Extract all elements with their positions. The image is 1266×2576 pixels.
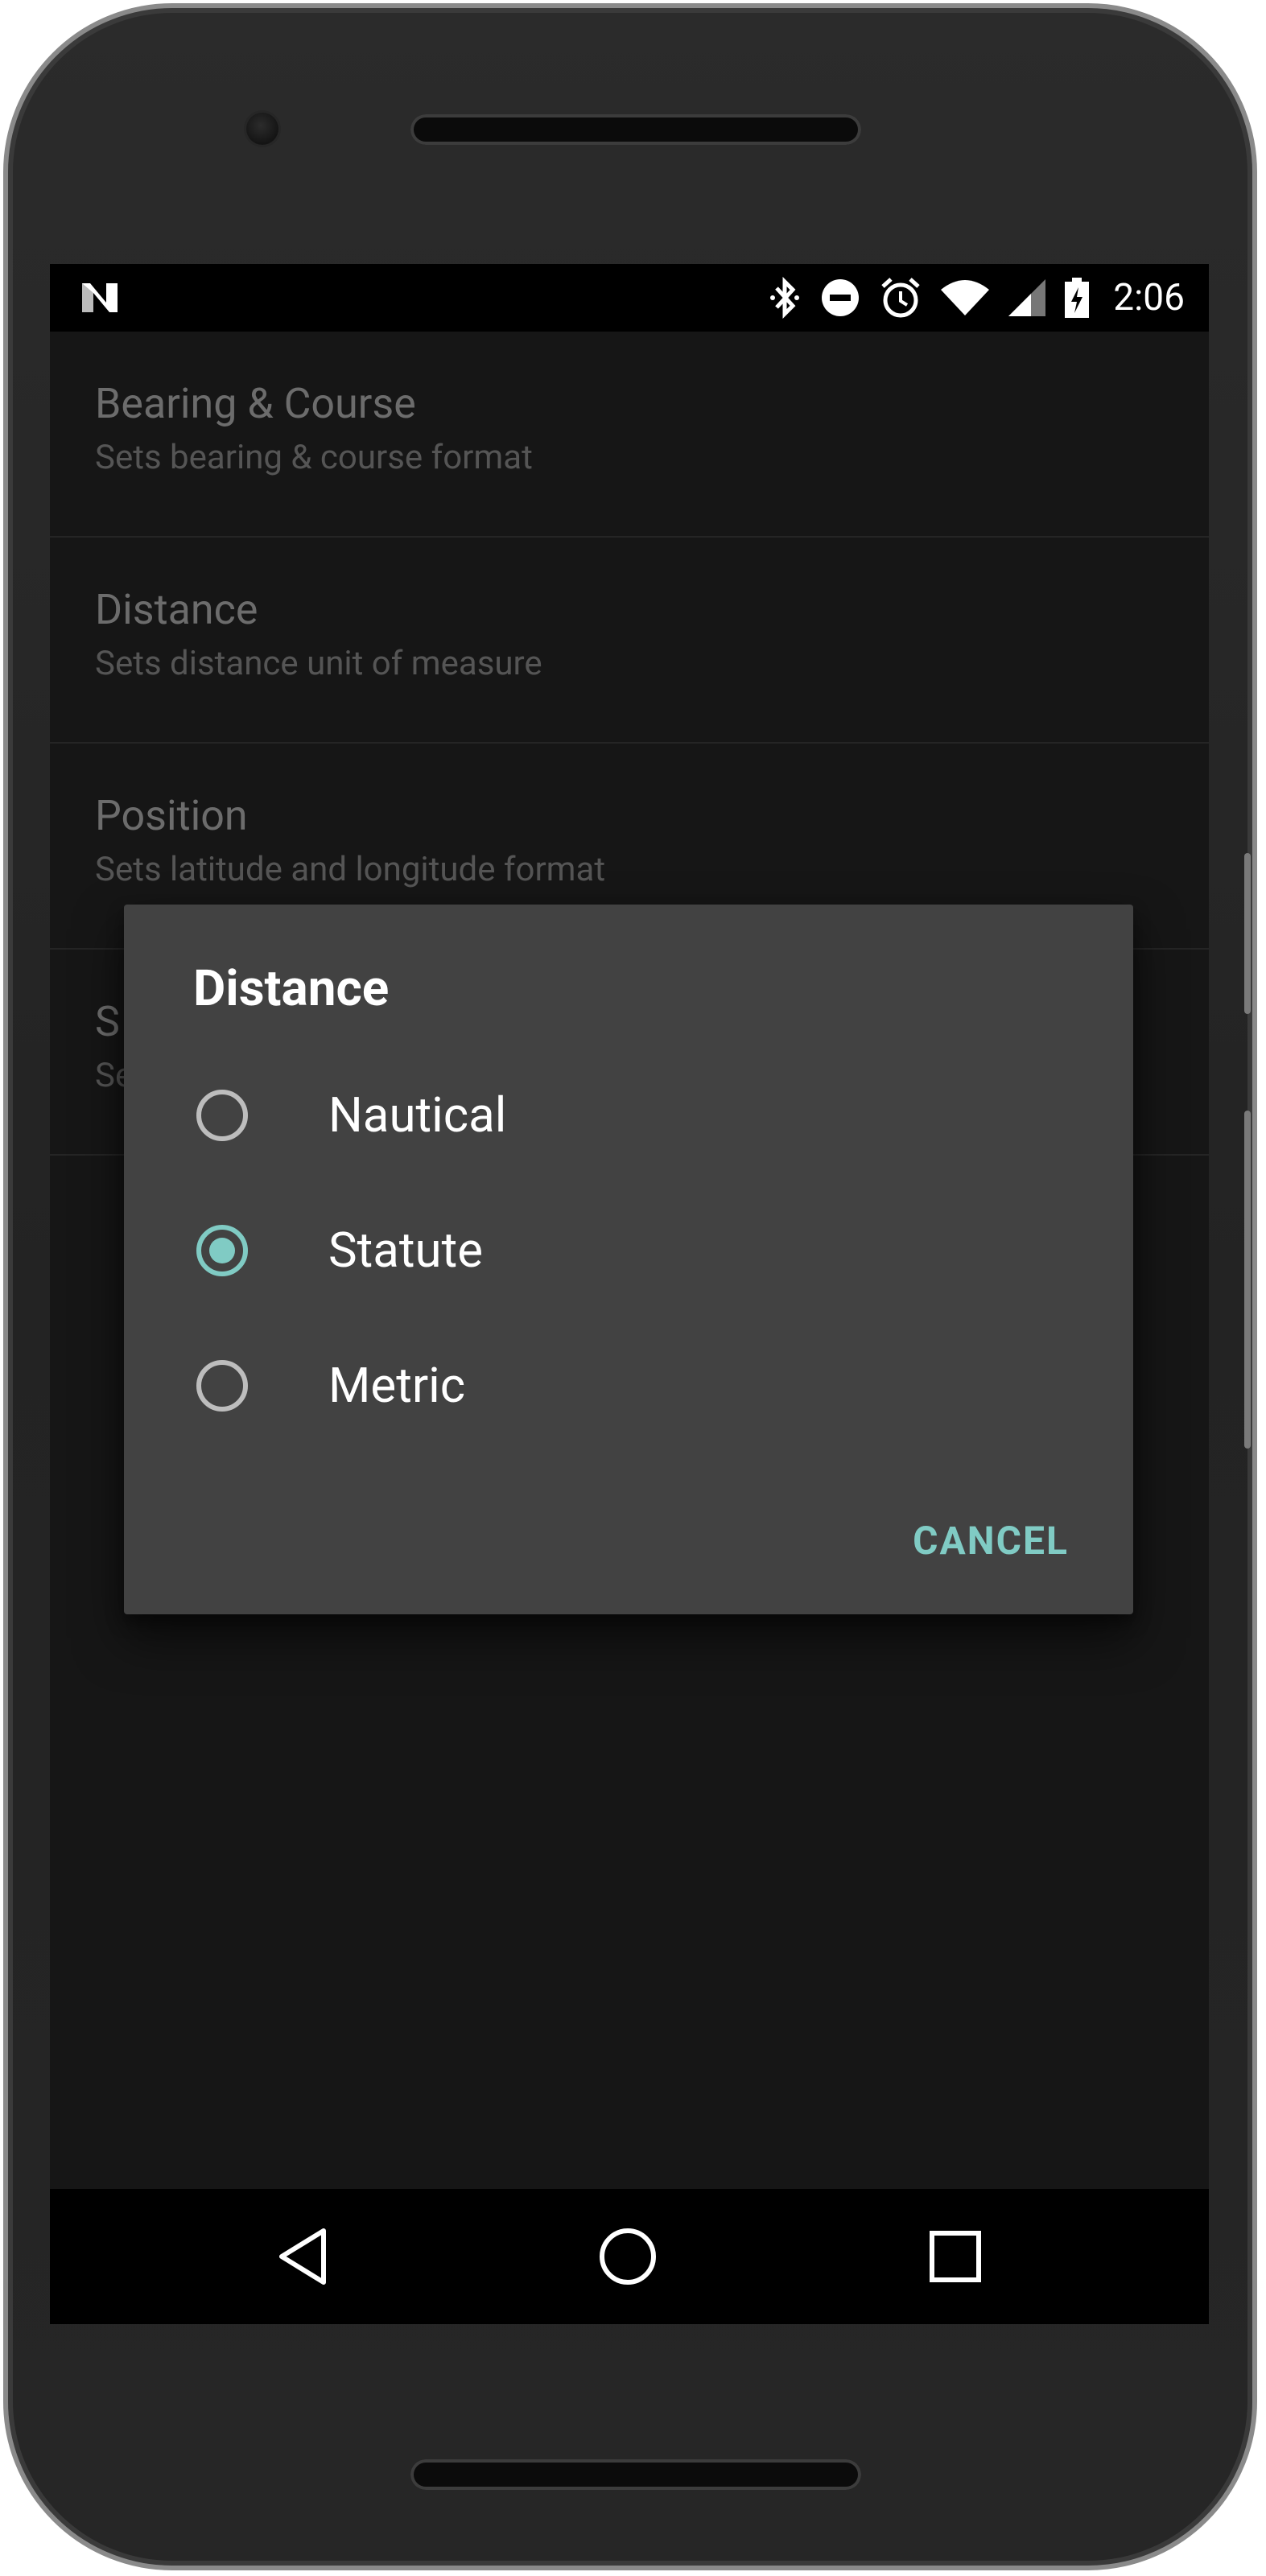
do-not-disturb-icon — [822, 279, 860, 316]
option-label: Metric — [328, 1357, 466, 1414]
back-icon[interactable] — [275, 2226, 332, 2287]
front-camera — [246, 113, 278, 145]
pref-summary: Sets latitude and longitude format — [95, 850, 606, 889]
home-icon[interactable] — [597, 2226, 658, 2287]
status-clock: 2:06 — [1113, 276, 1185, 319]
pref-title: Bearing & Course — [95, 379, 416, 428]
bottom-speaker — [410, 2459, 861, 2490]
radio-button[interactable] — [196, 1090, 248, 1141]
option-nautical[interactable]: Nautical — [124, 1049, 1133, 1185]
option-label: Nautical — [328, 1086, 507, 1144]
navigation-bar — [50, 2189, 1209, 2324]
pref-summary: Sets bearing & course format — [95, 438, 533, 477]
bluetooth-icon — [770, 277, 800, 319]
cancel-button[interactable]: CANCEL — [913, 1518, 1069, 1564]
pref-title: Position — [95, 791, 248, 840]
recents-icon[interactable] — [927, 2226, 984, 2287]
pref-bearing-course[interactable]: Bearing & Course Sets bearing & course f… — [50, 332, 1209, 538]
radio-button-selected[interactable] — [196, 1225, 248, 1276]
radio-button[interactable] — [196, 1360, 248, 1412]
cellular-signal-icon — [1008, 279, 1046, 316]
pref-summary: Sets distance unit of measure — [95, 644, 542, 683]
option-statute[interactable]: Statute — [124, 1185, 1133, 1320]
phone-screen: 2:06 Bearing & Course Sets bearing & cou… — [50, 264, 1209, 2324]
dialog-title: Distance — [193, 959, 390, 1018]
option-label: Statute — [328, 1222, 484, 1279]
n-notification-icon — [82, 283, 118, 312]
wifi-icon — [941, 280, 990, 315]
pref-title: Distance — [95, 585, 258, 634]
battery-charging-icon — [1065, 278, 1090, 318]
alarm-icon — [881, 278, 920, 318]
power-button — [1244, 853, 1251, 1014]
volume-button — [1244, 1111, 1251, 1449]
option-metric[interactable]: Metric — [124, 1320, 1133, 1455]
top-speaker — [410, 114, 861, 145]
status-icons: 2:06 — [769, 264, 1185, 332]
distance-dialog: Distance Nautical Statute Metric CANCEL — [124, 905, 1133, 1614]
status-bar: 2:06 — [50, 264, 1209, 332]
pref-distance[interactable]: Distance Sets distance unit of measure — [50, 538, 1209, 744]
